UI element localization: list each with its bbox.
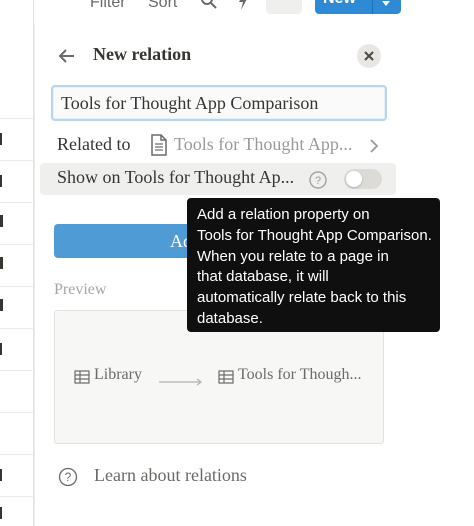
chevron-right-icon	[369, 138, 379, 159]
filter-button[interactable]: Filter	[90, 0, 126, 12]
help-icon: ?	[58, 467, 78, 492]
new-button[interactable]: New	[315, 0, 401, 14]
preview-target-name: Tools for Though...	[238, 366, 362, 383]
help-icon[interactable]: ?	[309, 171, 327, 194]
relation-name-input[interactable]	[51, 85, 387, 121]
table-icon	[218, 370, 234, 389]
close-icon	[357, 51, 381, 72]
table-icon	[74, 370, 90, 389]
related-to-value: Tools for Thought App...	[174, 134, 353, 154]
show-on-related-row[interactable]: Show on Tools for Thought Ap... ?	[40, 163, 396, 195]
table-row[interactable]	[0, 244, 34, 286]
related-to-label: Related to	[57, 134, 131, 154]
search-icon[interactable]	[200, 0, 218, 15]
learn-about-relations-link[interactable]: ? Learn about relations	[55, 464, 315, 490]
more-icon: •••	[274, 0, 289, 8]
table-row[interactable]	[0, 328, 34, 370]
back-button[interactable]	[55, 44, 79, 68]
app-window: Filter Sort ••• New New relation	[0, 0, 474, 526]
toolbar: Filter Sort ••• New	[0, 0, 474, 16]
related-to-row[interactable]: Related to Tools for Thought App...	[51, 131, 387, 161]
tooltip: Add a relation property on Tools for Tho…	[187, 198, 440, 332]
table-row[interactable]	[0, 202, 34, 244]
tooltip-line: Add a relation property on	[197, 206, 370, 223]
arrow-right-icon	[159, 373, 203, 391]
toggle-knob	[346, 171, 362, 187]
sort-button[interactable]: Sort	[148, 0, 177, 12]
new-button-label: New	[323, 0, 356, 8]
table-row[interactable]	[0, 160, 34, 202]
more-button[interactable]: •••	[266, 0, 302, 14]
table-row[interactable]	[0, 370, 34, 412]
preview-source-name: Library	[94, 366, 142, 383]
table-row[interactable]	[0, 118, 34, 160]
svg-text:?: ?	[65, 470, 72, 484]
table-row[interactable]	[0, 412, 34, 454]
background-table	[0, 0, 34, 526]
lightning-icon[interactable]	[238, 0, 248, 15]
table-row[interactable]	[0, 454, 34, 496]
preview-label: Preview	[54, 281, 107, 298]
tooltip-line: When you relate to a page in	[197, 247, 389, 265]
tooltip-line: automatically relate back to this	[197, 289, 407, 307]
tooltip-line: that database, it will	[197, 268, 329, 286]
table-row[interactable]	[0, 496, 34, 526]
tooltip-line: database.	[197, 309, 263, 327]
arrow-left-icon	[55, 49, 79, 72]
show-on-related-label: Show on Tools for Thought Ap...	[57, 167, 295, 187]
page-icon	[150, 134, 168, 161]
tooltip-line: Tools for Thought App Comparison.	[197, 226, 432, 244]
chevron-down-icon[interactable]	[381, 0, 391, 13]
new-button-divider	[372, 0, 373, 14]
table-row[interactable]	[0, 286, 34, 328]
show-on-related-toggle[interactable]	[344, 169, 382, 189]
learn-about-relations-label: Learn about relations	[94, 465, 247, 485]
svg-text:?: ?	[315, 175, 321, 187]
close-button[interactable]	[357, 44, 381, 68]
panel-title: New relation	[93, 44, 192, 64]
